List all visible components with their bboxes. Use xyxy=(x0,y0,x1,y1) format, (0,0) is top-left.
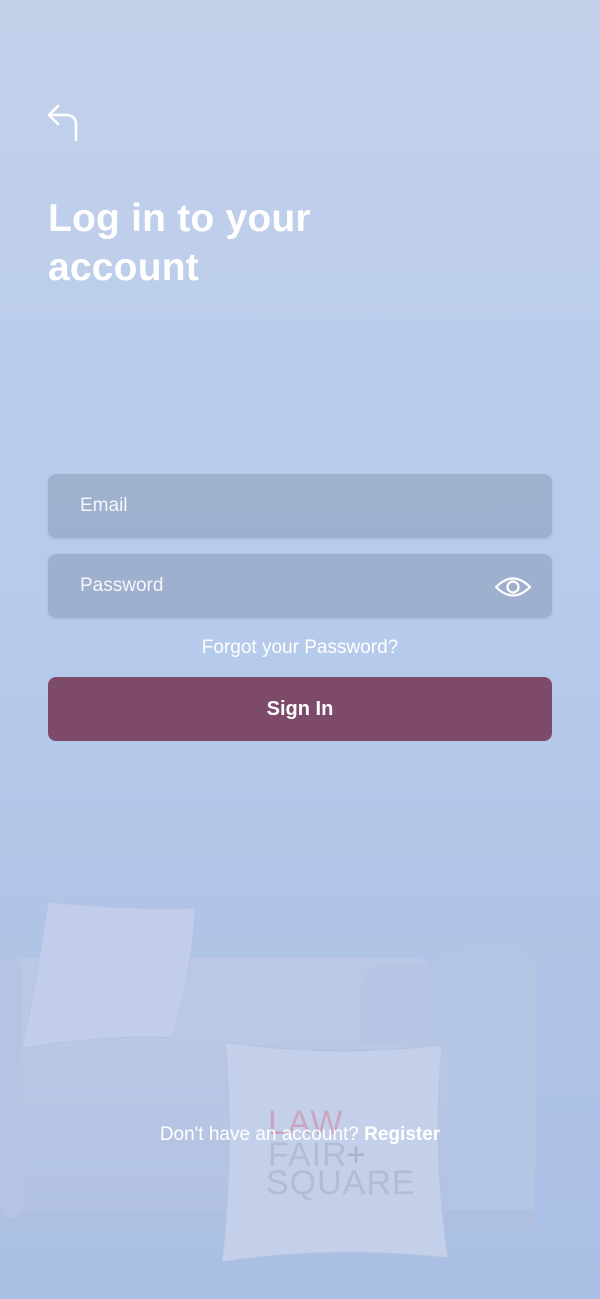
back-button[interactable] xyxy=(44,100,84,144)
password-visibility-toggle[interactable] xyxy=(493,572,533,602)
page-title: Log in to your account xyxy=(48,197,311,289)
eye-icon xyxy=(494,577,532,597)
password-field-container xyxy=(48,554,552,618)
background-sofa-illustration: LAW FAIR + SQUARE xyxy=(0,901,535,1263)
back-arrow-icon xyxy=(47,104,78,142)
email-field[interactable] xyxy=(49,475,551,537)
svg-text:SQUARE: SQUARE xyxy=(266,1164,416,1202)
sign-in-button[interactable]: Sign In xyxy=(48,677,552,741)
register-link[interactable]: Register xyxy=(364,1124,440,1145)
forgot-password-link[interactable]: Forgot your Password? xyxy=(0,637,600,659)
register-prompt: Don't have an account? Register xyxy=(0,1124,600,1146)
back-pillow xyxy=(21,901,196,1049)
register-prompt-text: Don't have an account? xyxy=(159,1124,359,1145)
login-screen: LAW FAIR + SQUARE Log in to your account… xyxy=(0,0,600,1299)
password-field[interactable] xyxy=(49,555,551,617)
email-field-container xyxy=(48,474,552,538)
